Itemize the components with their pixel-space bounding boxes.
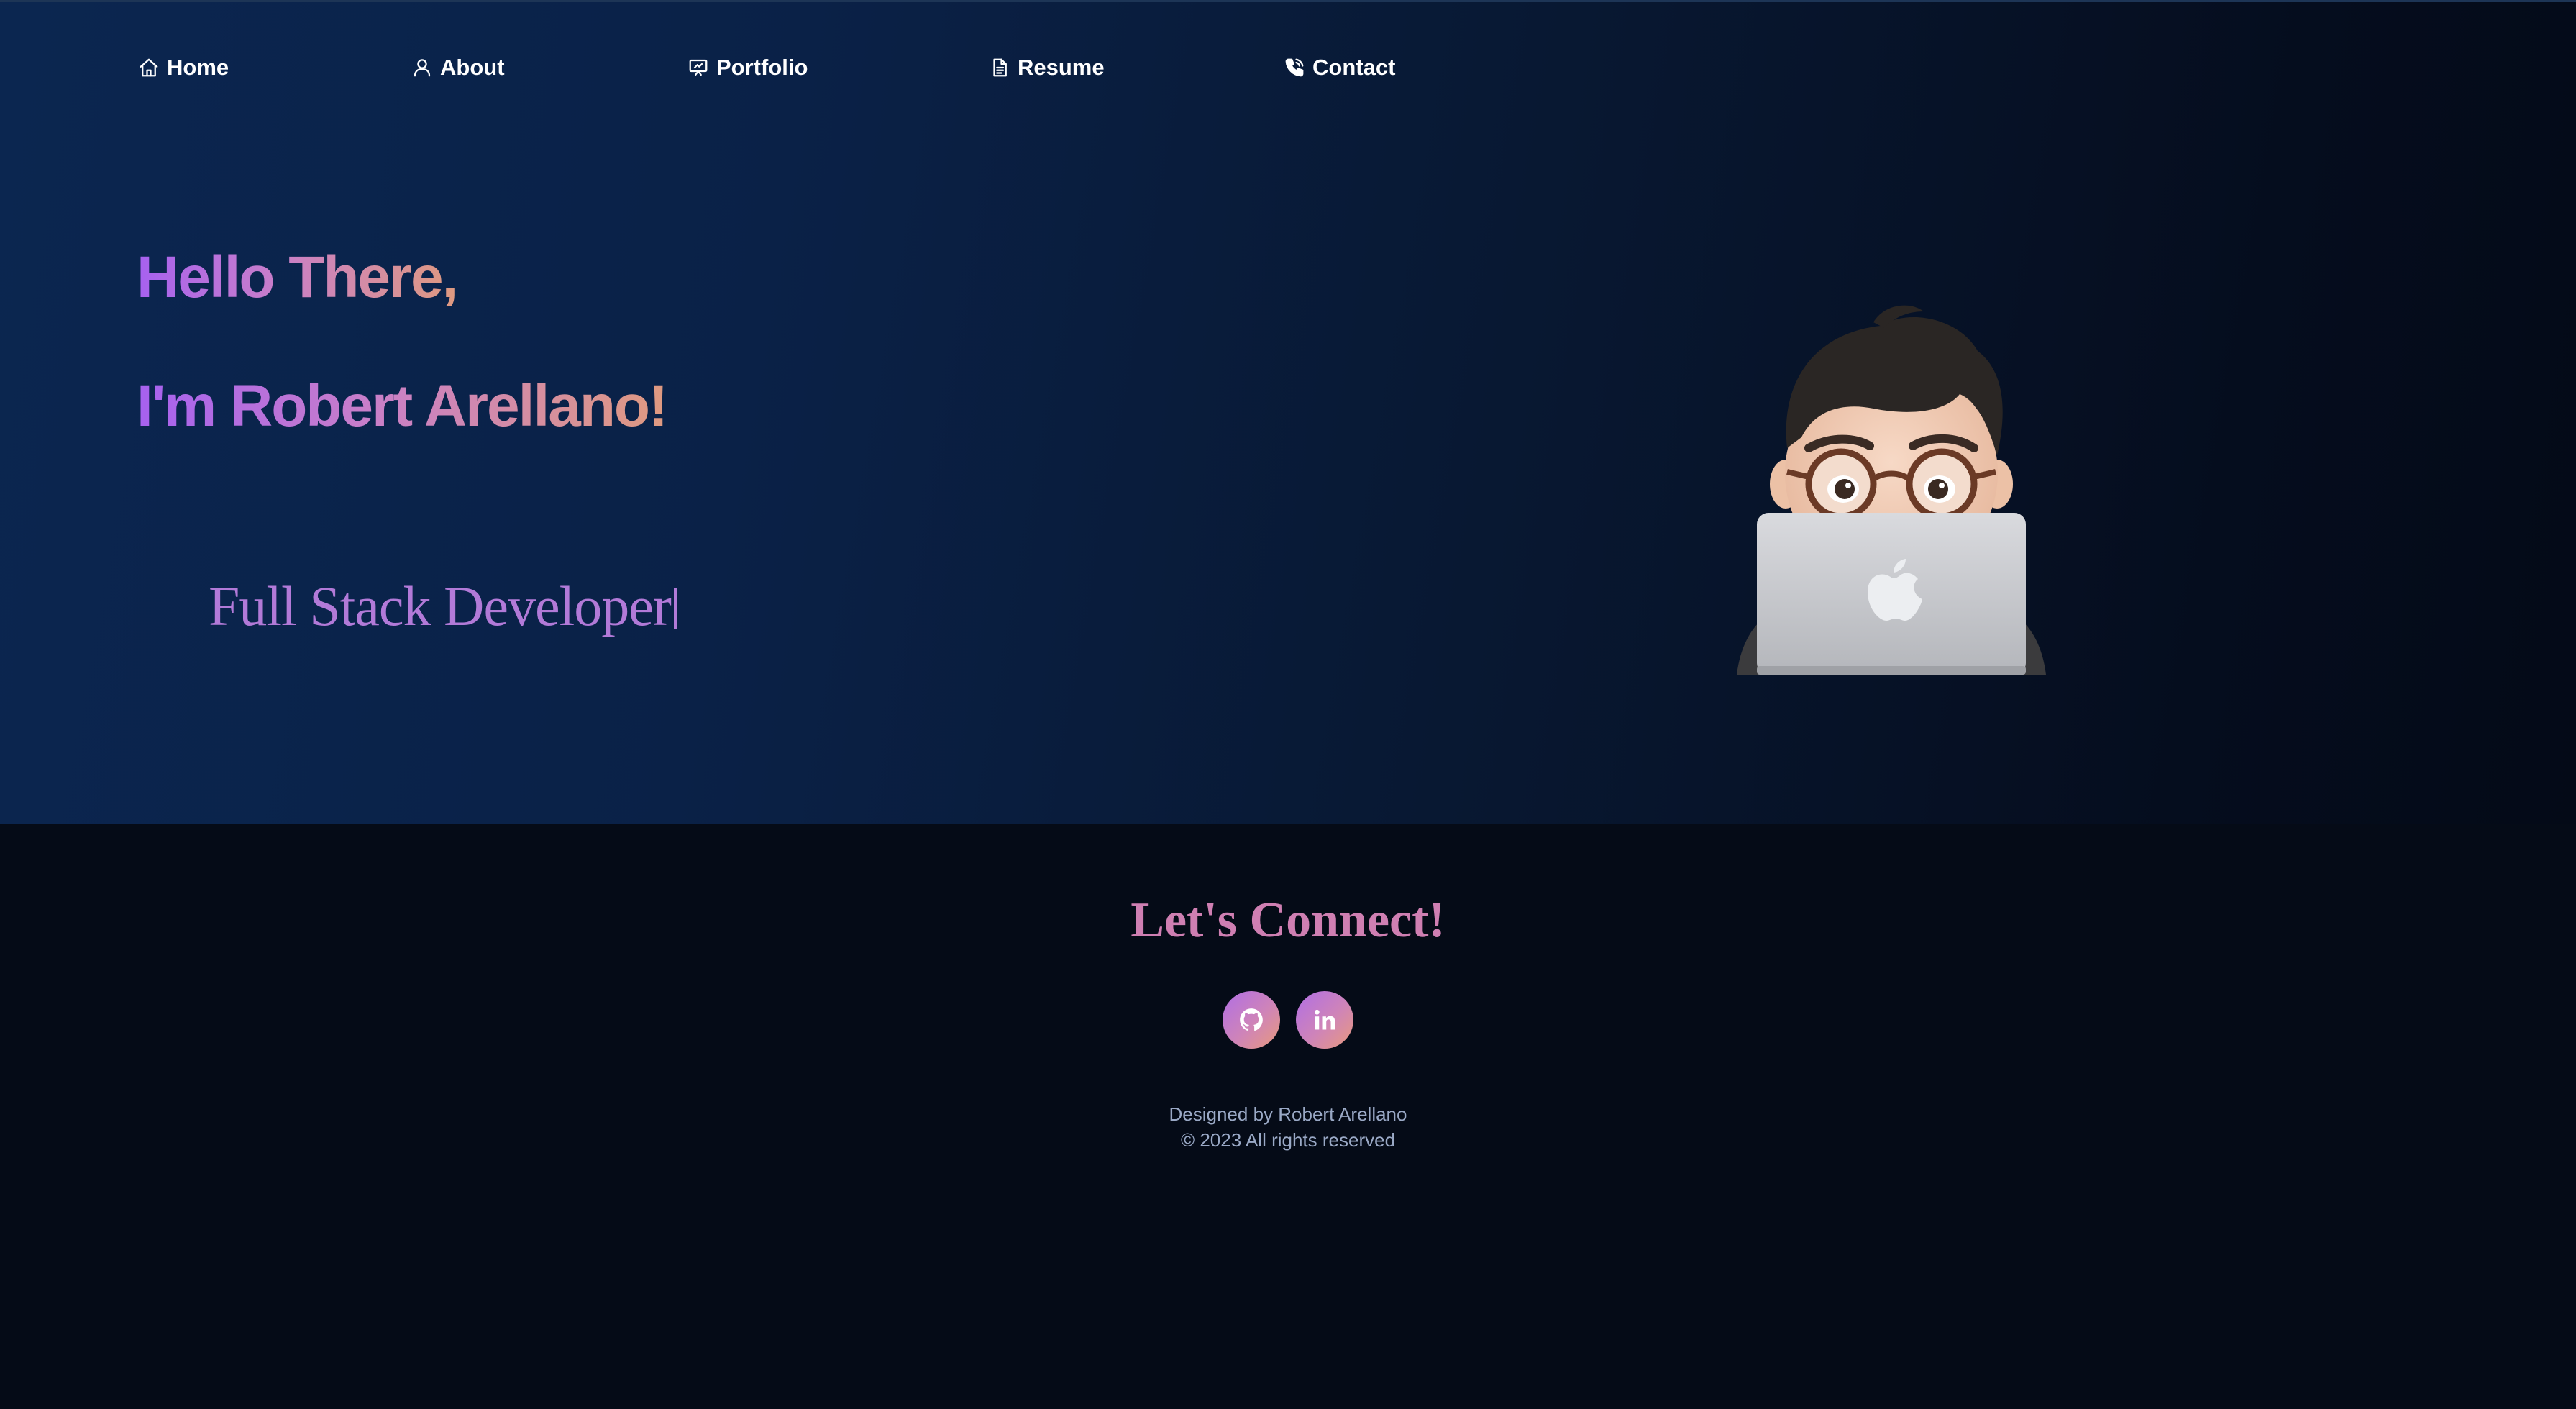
hero-role: Full Stack Developer bbox=[209, 570, 677, 642]
designer-credit: Designed by Robert Arellano bbox=[1169, 1103, 1407, 1125]
github-link[interactable] bbox=[1223, 991, 1280, 1049]
nav-portfolio-label: Portfolio bbox=[716, 55, 808, 80]
linkedin-link[interactable] bbox=[1296, 991, 1353, 1049]
home-icon bbox=[140, 58, 158, 77]
presentation-icon bbox=[689, 59, 708, 76]
nav-contact[interactable]: Contact bbox=[1284, 53, 1395, 83]
social-links bbox=[1223, 991, 1355, 1050]
hero-greeting: Hello There, bbox=[137, 242, 458, 314]
nav-resume[interactable]: Resume bbox=[989, 53, 1105, 83]
nav-resume-label: Resume bbox=[1018, 55, 1105, 80]
copyright-text: © 2023 All rights reserved bbox=[1180, 1129, 1396, 1151]
phone-icon bbox=[1285, 58, 1304, 77]
connect-heading: Let's Connect! bbox=[1131, 893, 1445, 948]
hero-section: Home About Portfolio Resume Contact Hell… bbox=[0, 0, 2576, 824]
typewriter-text: Full Stack Developer bbox=[209, 575, 672, 637]
nav-home[interactable]: Home bbox=[138, 53, 229, 83]
memoji-laptop-avatar bbox=[1737, 305, 2046, 675]
nav-contact-label: Contact bbox=[1312, 55, 1396, 80]
footer-section: Let's Connect! Designed by Robert Arella… bbox=[0, 824, 2576, 1409]
linkedin-icon bbox=[1315, 1009, 1335, 1030]
user-icon bbox=[414, 59, 431, 77]
nav-home-label: Home bbox=[167, 55, 229, 80]
nav-about[interactable]: About bbox=[411, 53, 505, 83]
hero-name: I'm Robert Arellano! bbox=[137, 370, 668, 442]
nav-portfolio[interactable]: Portfolio bbox=[688, 53, 808, 83]
document-icon bbox=[993, 58, 1007, 77]
nav-about-label: About bbox=[440, 55, 505, 80]
github-icon bbox=[1240, 1008, 1263, 1031]
top-nav: Home About Portfolio Resume Contact bbox=[0, 53, 1510, 83]
typewriter-cursor bbox=[673, 588, 677, 629]
